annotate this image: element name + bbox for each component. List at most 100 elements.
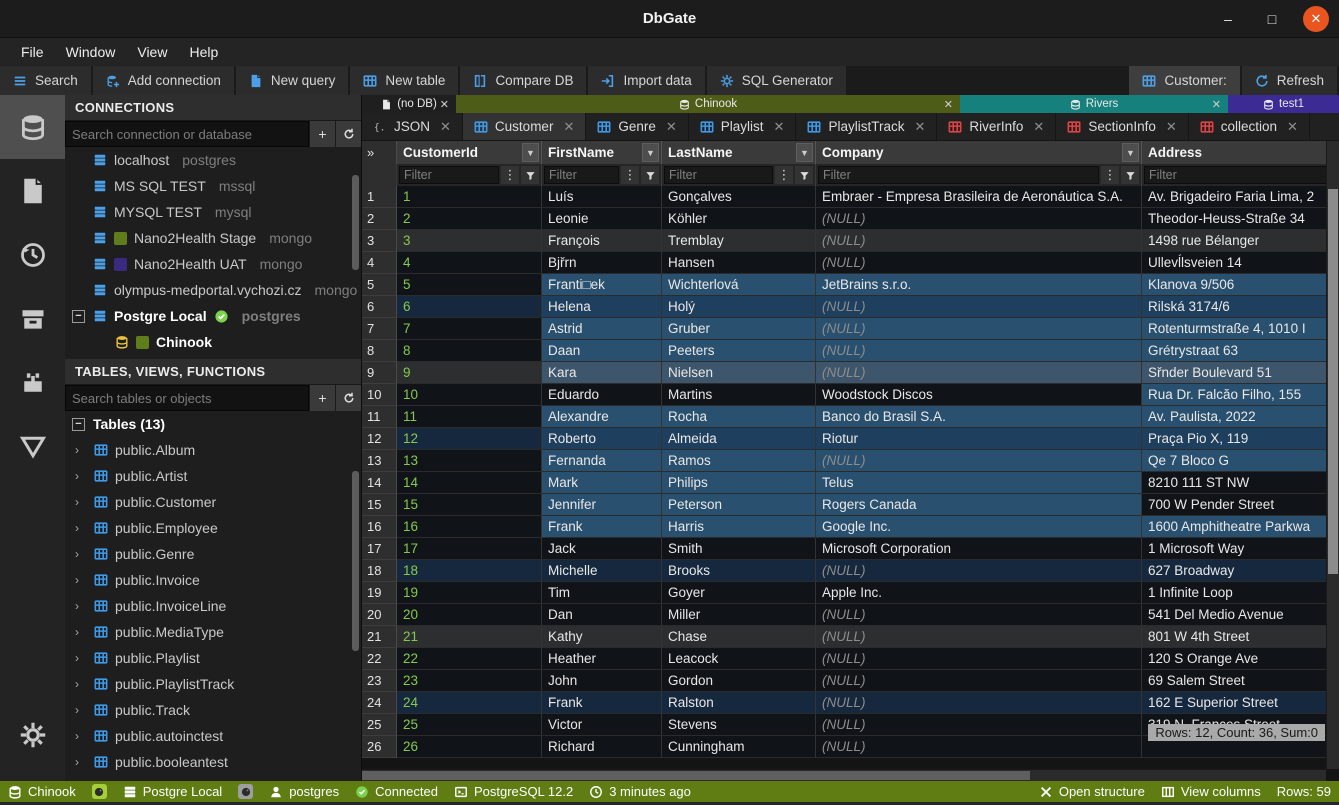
- column-header-address[interactable]: Address: [1142, 141, 1339, 164]
- sidebar-settings-button[interactable]: [0, 703, 65, 767]
- connection-item[interactable]: Nano2Health Stagemongo: [65, 225, 361, 251]
- menu-help[interactable]: Help: [178, 38, 229, 66]
- grid-horizontal-scrollbar[interactable]: [362, 769, 1326, 781]
- cell[interactable]: 26: [397, 736, 542, 758]
- cell[interactable]: 16: [397, 516, 542, 538]
- collapse-expander[interactable]: −: [72, 418, 85, 431]
- cell[interactable]: Leonie: [542, 208, 662, 230]
- cell[interactable]: Riotur: [816, 428, 1142, 450]
- connections-scrollbar[interactable]: [352, 175, 359, 270]
- cell[interactable]: Ullevĺlsveien 14: [1142, 252, 1339, 274]
- cell[interactable]: Av. Paulista, 2022: [1142, 406, 1339, 428]
- cell[interactable]: (NULL): [816, 560, 1142, 582]
- status-view-columns[interactable]: View columns: [1161, 784, 1261, 799]
- cell[interactable]: Rua Dr. Falcăo Filho, 155: [1142, 384, 1339, 406]
- cell[interactable]: (NULL): [816, 626, 1142, 648]
- chevron-right-icon[interactable]: ›: [75, 703, 85, 717]
- cell[interactable]: Woodstock Discos: [816, 384, 1142, 406]
- cell[interactable]: 162 E Superior Street: [1142, 692, 1339, 714]
- compare-db-button[interactable]: Compare DB: [460, 66, 586, 95]
- status-chinook[interactable]: Chinook: [8, 784, 76, 799]
- cell[interactable]: Jennifer: [542, 494, 662, 516]
- tables-group[interactable]: −Tables (13): [65, 411, 361, 437]
- connections-add-button[interactable]: +: [309, 121, 335, 147]
- cell[interactable]: Victor: [542, 714, 662, 736]
- cell[interactable]: Holý: [662, 296, 816, 318]
- chevron-right-icon[interactable]: ›: [75, 677, 85, 691]
- chevron-right-icon[interactable]: ›: [75, 469, 85, 483]
- column-header-lastname[interactable]: LastName▼: [662, 141, 816, 164]
- cell[interactable]: (NULL): [816, 296, 1142, 318]
- cell[interactable]: (NULL): [816, 736, 1142, 758]
- connections-refresh-button[interactable]: [335, 121, 361, 147]
- column-header-firstname[interactable]: FirstName▼: [542, 141, 662, 164]
- cell[interactable]: 2: [397, 208, 542, 230]
- table-item[interactable]: ›public.Genre: [65, 541, 361, 567]
- import-data-button[interactable]: Import data: [588, 66, 704, 95]
- tab-json[interactable]: {..}JSON✕: [362, 113, 463, 140]
- connection-item[interactable]: −Postgre Localpostgres: [65, 303, 361, 329]
- table-item[interactable]: ›public.Track: [65, 697, 361, 723]
- filter-input-company[interactable]: [818, 166, 1099, 184]
- chevron-right-icon[interactable]: ›: [75, 625, 85, 639]
- cell[interactable]: 627 Broadway: [1142, 560, 1339, 582]
- column-dropdown[interactable]: ▼: [642, 143, 659, 162]
- connection-item[interactable]: Nano2Health UATmongo: [65, 251, 361, 277]
- tab-customer[interactable]: Customer✕: [463, 113, 586, 140]
- table-item[interactable]: ›public.Customer: [65, 489, 361, 515]
- chevron-right-icon[interactable]: ›: [75, 443, 85, 457]
- close-icon[interactable]: ✕: [774, 119, 785, 135]
- cell[interactable]: Peterson: [662, 494, 816, 516]
- tab-playlist[interactable]: Playlist✕: [689, 113, 797, 140]
- status-open-structure[interactable]: Open structure: [1039, 784, 1145, 799]
- grid-vertical-scrollbar[interactable]: [1326, 141, 1339, 769]
- cell[interactable]: Google Inc.: [816, 516, 1142, 538]
- filter-funnel-button[interactable]: [795, 166, 813, 184]
- cell[interactable]: (NULL): [816, 450, 1142, 472]
- cell[interactable]: Av. Brigadeiro Faria Lima, 2: [1142, 186, 1339, 208]
- cell[interactable]: Daan: [542, 340, 662, 362]
- cell[interactable]: 10: [397, 384, 542, 406]
- cell[interactable]: 19: [397, 582, 542, 604]
- cell[interactable]: Microsoft Corporation: [816, 538, 1142, 560]
- connection-color-chip[interactable]: [238, 784, 253, 799]
- tab-group-test1[interactable]: test1: [1228, 95, 1339, 113]
- filter-funnel-button[interactable]: [1121, 166, 1139, 184]
- tab-sectioninfo[interactable]: SectionInfo✕: [1056, 113, 1188, 140]
- cell[interactable]: Leacock: [662, 648, 816, 670]
- cell[interactable]: 18: [397, 560, 542, 582]
- cell[interactable]: 1 Infinite Loop: [1142, 582, 1339, 604]
- cell[interactable]: Cunningham: [662, 736, 816, 758]
- cell[interactable]: Gruber: [662, 318, 816, 340]
- connection-item[interactable]: localhostpostgres: [65, 147, 361, 173]
- maximize-button[interactable]: □: [1259, 6, 1285, 32]
- cell[interactable]: 1600 Amphitheatre Parkwa: [1142, 516, 1339, 538]
- connection-item[interactable]: MS SQL TESTmssql: [65, 173, 361, 199]
- cell[interactable]: 700 W Pender Street: [1142, 494, 1339, 516]
- cell[interactable]: Telus: [816, 472, 1142, 494]
- cell[interactable]: Stevens: [662, 714, 816, 736]
- cell[interactable]: 541 Del Medio Avenue: [1142, 604, 1339, 626]
- cell[interactable]: Chase: [662, 626, 816, 648]
- cell[interactable]: (NULL): [816, 362, 1142, 384]
- cell[interactable]: Köhler: [662, 208, 816, 230]
- tab-group-nodb[interactable]: (no DB)✕: [362, 95, 456, 113]
- table-item[interactable]: ›public.MediaType: [65, 619, 361, 645]
- cell[interactable]: 15: [397, 494, 542, 516]
- cell[interactable]: Frank: [542, 692, 662, 714]
- filter-input-firstname[interactable]: [544, 166, 619, 184]
- add-connection-button[interactable]: Add connection: [93, 66, 234, 95]
- cell[interactable]: Frank: [542, 516, 662, 538]
- cell[interactable]: Michelle: [542, 560, 662, 582]
- cell[interactable]: (NULL): [816, 252, 1142, 274]
- cell[interactable]: Hansen: [662, 252, 816, 274]
- cell[interactable]: 24: [397, 692, 542, 714]
- cell[interactable]: (NULL): [816, 648, 1142, 670]
- cell[interactable]: (NULL): [816, 230, 1142, 252]
- cell[interactable]: 801 W 4th Street: [1142, 626, 1339, 648]
- cell[interactable]: 6: [397, 296, 542, 318]
- cell[interactable]: 25: [397, 714, 542, 736]
- cell[interactable]: 9: [397, 362, 542, 384]
- filter-input-lastname[interactable]: [664, 166, 773, 184]
- cell[interactable]: Klanova 9/506: [1142, 274, 1339, 296]
